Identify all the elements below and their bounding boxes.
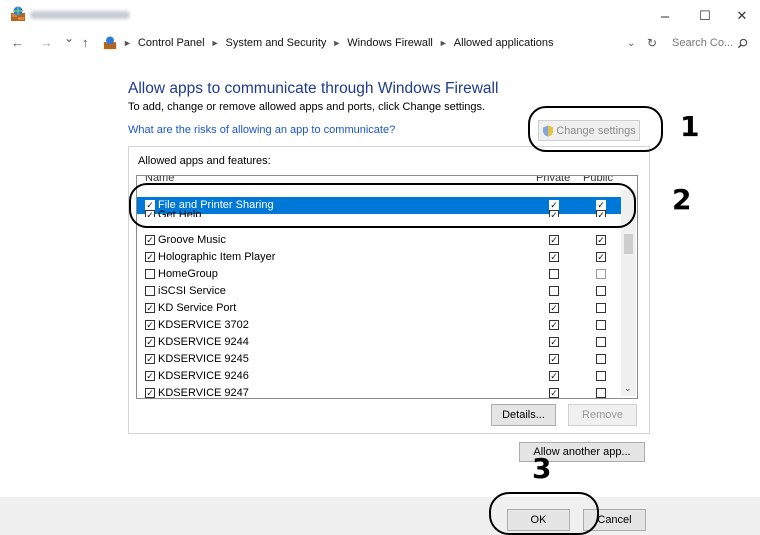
- search-placeholder: Search Co...: [672, 37, 734, 49]
- private-checkbox[interactable]: ✓: [549, 388, 559, 398]
- app-name: KDSERVICE 9244: [158, 336, 249, 348]
- list-item[interactable]: ✓ KDSERVICE 9247 ✓: [137, 385, 621, 399]
- control-panel-icon: [103, 36, 117, 50]
- callout-ring-2: [129, 183, 636, 228]
- remove-button[interactable]: Remove: [568, 404, 637, 426]
- breadcrumb-windows-firewall[interactable]: Windows Firewall: [347, 37, 433, 49]
- app-enabled-checkbox[interactable]: [145, 286, 155, 296]
- app-enabled-checkbox[interactable]: ✓: [145, 303, 155, 313]
- app-name: Groove Music: [158, 234, 226, 246]
- callout-number-1: 1: [680, 110, 700, 143]
- callout-ring-1: [528, 106, 663, 152]
- chevron-right-icon: ►: [123, 38, 132, 48]
- app-name: Holographic Item Player: [158, 251, 276, 263]
- recent-locations-chevron-icon[interactable]: ⌄: [64, 31, 74, 45]
- firewall-app-icon: [11, 6, 25, 21]
- page-description: To add, change or remove allowed apps an…: [128, 101, 486, 113]
- public-checkbox[interactable]: [596, 269, 606, 279]
- list-item[interactable]: ✓ KDSERVICE 9245 ✓: [137, 351, 621, 368]
- breadcrumb-control-panel[interactable]: Control Panel: [138, 37, 205, 49]
- back-arrow-icon[interactable]: ←: [11, 35, 24, 50]
- app-name: KDSERVICE 3702: [158, 319, 249, 331]
- public-checkbox[interactable]: ✓: [596, 252, 606, 262]
- app-name: KDSERVICE 9247: [158, 387, 249, 399]
- list-item[interactable]: ✓ KDSERVICE 9246 ✓: [137, 368, 621, 385]
- public-checkbox[interactable]: [596, 320, 606, 330]
- public-checkbox[interactable]: [596, 337, 606, 347]
- callout-ring-3: [489, 492, 599, 535]
- details-button[interactable]: Details...: [491, 404, 556, 426]
- private-checkbox[interactable]: ✓: [549, 337, 559, 347]
- window-title-blurred: [30, 11, 130, 19]
- app-enabled-checkbox[interactable]: ✓: [145, 337, 155, 347]
- public-checkbox[interactable]: [596, 286, 606, 296]
- up-arrow-icon[interactable]: ↑: [82, 35, 89, 50]
- app-name: HomeGroup: [158, 268, 218, 280]
- public-checkbox[interactable]: [596, 388, 606, 398]
- app-name: iSCSI Service: [158, 285, 226, 297]
- private-checkbox[interactable]: [549, 286, 559, 296]
- app-name: KDSERVICE 9245: [158, 353, 249, 365]
- private-checkbox[interactable]: ✓: [549, 320, 559, 330]
- private-checkbox[interactable]: ✓: [549, 252, 559, 262]
- risks-link[interactable]: What are the risks of allowing an app to…: [128, 124, 395, 136]
- chevron-right-icon: ►: [332, 38, 342, 48]
- public-checkbox[interactable]: [596, 371, 606, 381]
- app-enabled-checkbox[interactable]: ✓: [145, 320, 155, 330]
- private-checkbox[interactable]: [549, 269, 559, 279]
- maximize-button[interactable]: ☐: [685, 4, 725, 28]
- list-item[interactable]: ✓ Groove Music ✓ ✓: [137, 232, 621, 249]
- breadcrumb-system-security[interactable]: System and Security: [226, 37, 327, 49]
- list-item[interactable]: HomeGroup: [137, 266, 621, 283]
- app-enabled-checkbox[interactable]: ✓: [145, 371, 155, 381]
- public-checkbox[interactable]: [596, 303, 606, 313]
- app-enabled-checkbox[interactable]: ✓: [145, 354, 155, 364]
- app-enabled-checkbox[interactable]: ✓: [145, 235, 155, 245]
- address-dropdown-icon[interactable]: ⌄: [627, 38, 635, 49]
- scrollbar-thumb[interactable]: [624, 234, 633, 254]
- search-icon: [738, 38, 748, 48]
- address-bar[interactable]: ► Control Panel ► System and Security ► …: [103, 33, 666, 53]
- app-name: KDSERVICE 9246: [158, 370, 249, 382]
- list-item[interactable]: ✓ KDSERVICE 3702 ✓: [137, 317, 621, 334]
- allowed-apps-label: Allowed apps and features:: [138, 155, 271, 167]
- refresh-icon[interactable]: ↻: [647, 36, 657, 50]
- list-item[interactable]: iSCSI Service: [137, 283, 621, 300]
- app-name: KD Service Port: [158, 302, 237, 314]
- private-checkbox[interactable]: ✓: [549, 235, 559, 245]
- list-item[interactable]: ✓ KD Service Port ✓: [137, 300, 621, 317]
- callout-number-3: 3: [532, 452, 552, 485]
- breadcrumb-allowed-applications[interactable]: Allowed applications: [454, 37, 554, 49]
- list-item[interactable]: ✓ KDSERVICE 9244 ✓: [137, 334, 621, 351]
- footer-bar: [0, 497, 760, 535]
- chevron-right-icon: ►: [438, 38, 448, 48]
- close-button[interactable]: ✕: [722, 4, 760, 28]
- private-checkbox[interactable]: ✓: [549, 303, 559, 313]
- app-enabled-checkbox[interactable]: ✓: [145, 252, 155, 262]
- private-checkbox[interactable]: ✓: [549, 371, 559, 381]
- minimize-button[interactable]: –: [645, 4, 685, 28]
- search-input[interactable]: Search Co...: [672, 33, 756, 53]
- forward-arrow-icon[interactable]: →: [40, 35, 53, 50]
- public-checkbox[interactable]: ✓: [596, 235, 606, 245]
- app-enabled-checkbox[interactable]: [145, 269, 155, 279]
- callout-number-2: 2: [672, 183, 692, 216]
- app-enabled-checkbox[interactable]: ✓: [145, 388, 155, 398]
- scroll-down-icon[interactable]: ⌄: [624, 383, 632, 394]
- list-item[interactable]: ✓ Holographic Item Player ✓ ✓: [137, 249, 621, 266]
- private-checkbox[interactable]: ✓: [549, 354, 559, 364]
- public-checkbox[interactable]: [596, 354, 606, 364]
- chevron-right-icon: ►: [210, 38, 220, 48]
- page-title: Allow apps to communicate through Window…: [128, 80, 499, 97]
